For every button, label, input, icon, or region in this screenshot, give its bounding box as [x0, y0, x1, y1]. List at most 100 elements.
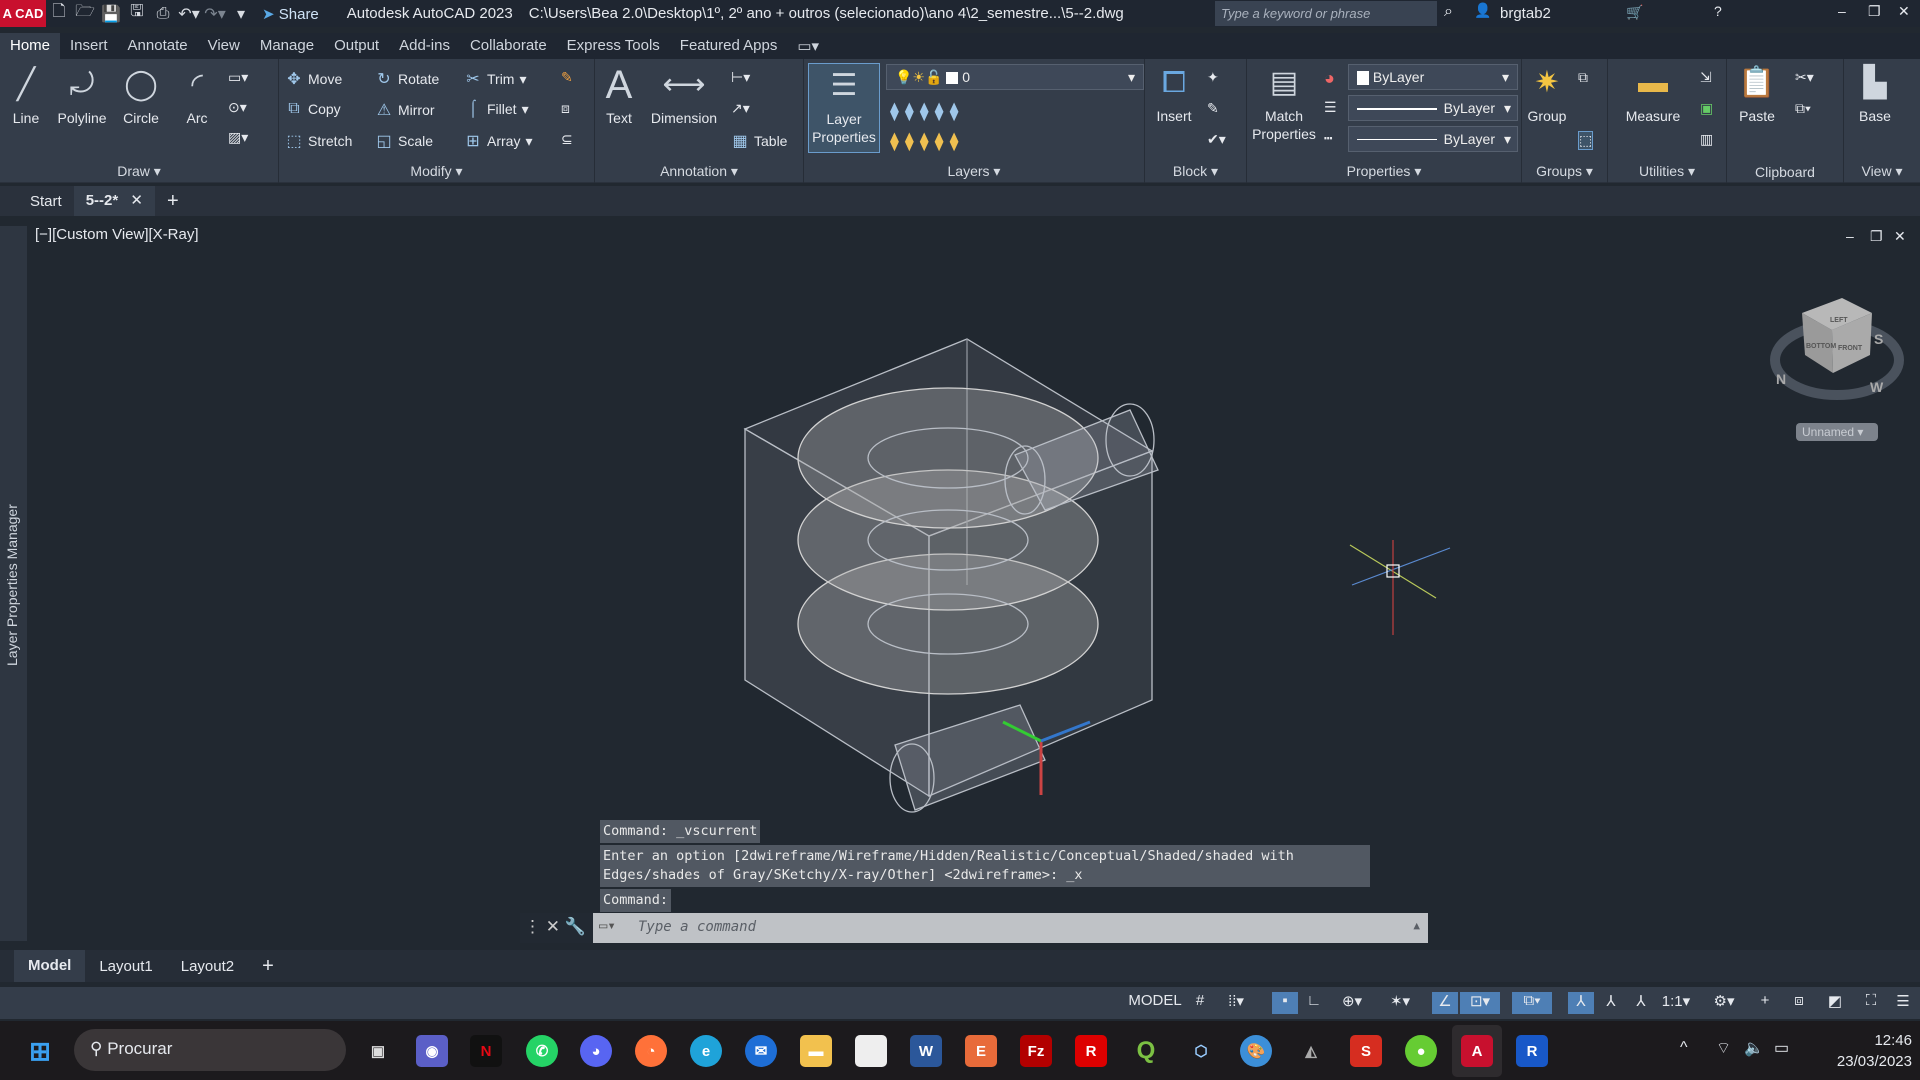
paste-button[interactable]: 📋 Paste — [1731, 63, 1783, 125]
customize-icon[interactable]: ▾ — [228, 4, 254, 24]
user-name[interactable]: brgtab2 — [1500, 5, 1551, 22]
close-tab-icon[interactable]: ✕ — [130, 192, 143, 209]
whatsapp-icon[interactable]: ✆ — [526, 1035, 558, 1067]
snap-icon[interactable]: ⁞⁞▾ — [1216, 992, 1256, 1014]
autocad-logo[interactable]: A CAD — [0, 0, 46, 27]
measure-button[interactable]: ▬ Measure — [1610, 63, 1696, 125]
erase-icon[interactable]: ✎ — [561, 69, 573, 86]
discord-icon[interactable]: ◕ — [580, 1035, 612, 1067]
hardware-acceleration-icon[interactable]: ◩ — [1822, 992, 1848, 1014]
task-view-icon[interactable]: ▣ — [362, 1035, 394, 1067]
trim-button[interactable]: ✂ Trim ▾ — [464, 69, 526, 89]
viewport-minimize-icon[interactable]: – — [1846, 228, 1854, 244]
clipboard-panel-title[interactable]: Clipboard — [1727, 164, 1843, 180]
create-block-icon[interactable]: ✦ — [1207, 69, 1219, 86]
stretch-button[interactable]: ⬚ Stretch — [285, 131, 352, 151]
annotation-visibility-icon[interactable]: ⅄ — [1568, 992, 1594, 1014]
cut-icon[interactable]: ✂▾ — [1795, 69, 1814, 86]
tab-featured-apps[interactable]: Featured Apps — [670, 33, 788, 59]
tab-home[interactable]: Home — [0, 33, 61, 59]
ribbon-options-icon[interactable]: ▭▾ — [787, 33, 829, 59]
drawing-viewport[interactable] — [0, 218, 1920, 943]
close-command-icon[interactable]: ✕ — [546, 917, 560, 936]
attribute-icon[interactable]: ✔▾ — [1207, 131, 1226, 148]
tab-insert[interactable]: Insert — [60, 33, 118, 59]
group-button[interactable]: ✷ Group — [1524, 63, 1570, 125]
redo-icon[interactable]: ↷▾ — [202, 4, 228, 24]
object-snap-icon[interactable]: ⊡▾ — [1460, 992, 1500, 1014]
match-properties-button[interactable]: ▤ Match Properties — [1249, 63, 1319, 143]
tab-manage[interactable]: Manage — [250, 33, 324, 59]
leader-icon[interactable]: ↗▾ — [731, 100, 750, 117]
tab-express-tools[interactable]: Express Tools — [557, 33, 670, 59]
circle-button[interactable]: ◯ Circle — [118, 65, 164, 127]
arc-button[interactable]: ◜ Arc — [176, 65, 218, 127]
customize-wrench-icon[interactable]: 🔧 — [565, 917, 586, 936]
annotation-panel-title[interactable]: Annotation ▾ — [595, 163, 803, 180]
close-button[interactable]: ✕ — [1898, 3, 1910, 20]
quick-select-icon[interactable]: ⇲ — [1700, 69, 1712, 86]
volume-icon[interactable]: 🔈 — [1744, 1038, 1764, 1058]
copy-clip-icon[interactable]: ⧉▾ — [1795, 100, 1811, 117]
table-button[interactable]: ▦ Table — [731, 131, 787, 151]
line-button[interactable]: ╱ Line — [6, 65, 46, 127]
layer-properties-button[interactable]: ☰ Layer Properties — [808, 63, 880, 153]
command-input[interactable]: ▭▾ Type a command ▲ — [593, 913, 1428, 943]
utilities-panel-title[interactable]: Utilities ▾ — [1608, 163, 1726, 180]
clean-screen-icon[interactable]: ⛶ — [1858, 992, 1884, 1014]
virtualbox-icon[interactable]: ⬡ — [1185, 1035, 1217, 1067]
scale-button[interactable]: ◱ Scale — [375, 131, 433, 151]
fillet-button[interactable]: ⌠ Fillet ▾ — [464, 100, 528, 118]
layer-tools-row1-icon[interactable]: ⧫⧫⧫⧫⧫ — [890, 101, 964, 122]
lineweight-dropdown[interactable]: ByLayer ▾ — [1348, 126, 1518, 152]
view-panel-title[interactable]: View ▾ — [1844, 163, 1920, 180]
grid-icon[interactable]: # — [1188, 992, 1212, 1014]
new-tab-button[interactable]: + — [155, 190, 191, 213]
tab-drawing[interactable]: 5--2* ✕ — [73, 186, 155, 216]
workspace-gear-icon[interactable]: ⚙▾ — [1704, 992, 1744, 1014]
isolate-objects-icon[interactable]: ⧈ — [1786, 992, 1812, 1014]
help-search-input[interactable]: Type a keyword or phrase — [1215, 1, 1437, 26]
command-history-toggle-icon[interactable]: ▲ — [1413, 919, 1420, 932]
ellipse-icon[interactable]: ⊙▾ — [228, 99, 247, 116]
move-button[interactable]: ✥ Move — [285, 69, 342, 89]
dimension-button[interactable]: ⟷ Dimension — [649, 65, 719, 127]
block-panel-title[interactable]: Block ▾ — [1145, 163, 1246, 180]
object-snap-tracking-icon[interactable]: ∠ — [1432, 992, 1458, 1014]
drag-handle-icon[interactable]: ⋮ — [524, 917, 541, 936]
text-button[interactable]: A Text — [601, 65, 637, 127]
minimize-button[interactable]: – — [1838, 3, 1846, 19]
ungroup-icon[interactable]: ⧉ — [1578, 69, 1588, 86]
clock[interactable]: 12:46 23/03/2023 — [1812, 1030, 1912, 1072]
edit-block-icon[interactable]: ✎ — [1207, 100, 1219, 117]
qgis-icon[interactable]: Q — [1130, 1035, 1162, 1067]
word-icon[interactable]: W — [910, 1035, 942, 1067]
linetype-dropdown[interactable]: ByLayer ▾ — [1348, 95, 1518, 121]
gimp-icon[interactable]: ◭ — [1295, 1035, 1327, 1067]
netflix-icon[interactable]: N — [470, 1035, 502, 1067]
calculator-icon[interactable]: ▥ — [1700, 131, 1713, 148]
revit-icon[interactable]: R — [1516, 1035, 1548, 1067]
hatch-icon[interactable]: ▨▾ — [228, 129, 248, 146]
modify-panel-title[interactable]: Modify ▾ — [279, 163, 594, 180]
base-button[interactable]: ▙ Base — [1852, 63, 1898, 125]
explode-icon[interactable]: ⧈ — [561, 100, 570, 117]
polyline-button[interactable]: ⤾ Polyline — [52, 65, 112, 127]
file-explorer-icon[interactable]: ▬ — [800, 1035, 832, 1067]
restore-button[interactable]: ❐ — [1868, 3, 1881, 20]
layer-tools-row2-icon[interactable]: ⧫⧫⧫⧫⧫ — [890, 131, 964, 152]
app-green-icon[interactable]: ● — [1405, 1035, 1437, 1067]
open-icon[interactable]: 🗁 — [72, 0, 98, 27]
edge-icon[interactable]: e — [690, 1035, 722, 1067]
offset-icon[interactable]: ⊆ — [561, 131, 573, 148]
infer-constraints-icon[interactable]: ▪ — [1272, 992, 1298, 1014]
undo-icon[interactable]: ↶▾ — [176, 4, 202, 24]
sketchup-icon[interactable]: S — [1350, 1035, 1382, 1067]
paint-icon[interactable]: 🎨 — [1240, 1035, 1272, 1067]
office-icon[interactable]: E — [965, 1035, 997, 1067]
new-layout-button[interactable]: + — [248, 955, 288, 978]
layer-dropdown[interactable]: 💡☀🔓 0 ▾ — [886, 64, 1144, 90]
revit-r-icon[interactable]: R — [1075, 1035, 1107, 1067]
groups-panel-title[interactable]: Groups ▾ — [1522, 163, 1607, 180]
command-prompt-icon[interactable]: ▭▾ — [599, 918, 616, 934]
